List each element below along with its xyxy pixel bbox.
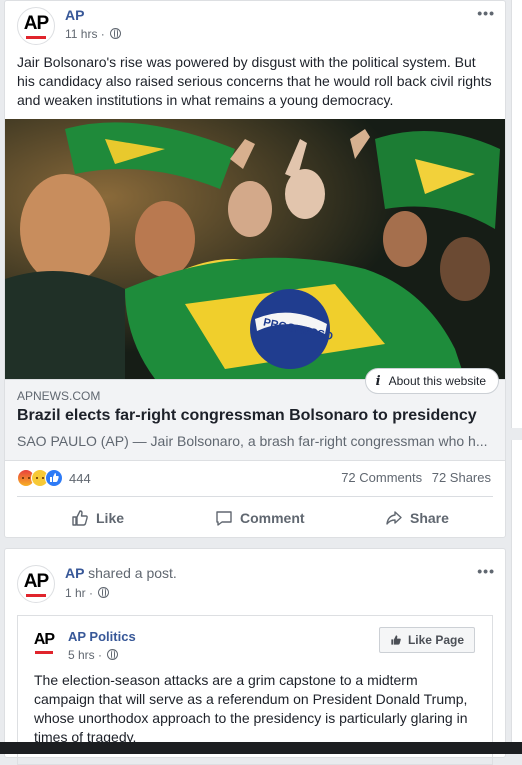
action-divider (17, 496, 493, 497)
bottom-bar (0, 742, 522, 754)
comment-button[interactable]: Comment (215, 503, 305, 533)
post-timestamp[interactable]: 11 hrs · (65, 27, 122, 41)
thumbs-up-icon (391, 635, 401, 645)
link-domain: APNEWS.COM (17, 389, 101, 403)
like-page-label: Like Page (407, 633, 464, 647)
post-timestamp[interactable]: 1 hr · (65, 586, 110, 600)
ap-politics-avatar[interactable]: AP (28, 626, 60, 658)
post-time[interactable]: 1 hr (65, 586, 86, 600)
comment-icon (216, 511, 232, 526)
link-preview[interactable]: i About this website APNEWS.COM Brazil e… (5, 368, 505, 461)
reactions-summary[interactable]: 444 (17, 469, 91, 487)
like-reaction-icon (45, 469, 63, 487)
right-edge-panel (511, 0, 522, 428)
ap-avatar[interactable]: AP (17, 7, 55, 45)
rally-photo-illustration: PROGRESSO (5, 119, 505, 379)
reaction-count: 444 (69, 470, 91, 486)
post-time[interactable]: 11 hrs (65, 27, 97, 41)
ap-avatar[interactable]: AP (17, 565, 55, 603)
about-website-label: About this website (388, 374, 486, 388)
link-description: SAO PAULO (AP) — Jair Bolsonaro, a brash… (17, 433, 488, 449)
post-card: AP AP 11 hrs · ••• Jair Bolsonaro's rise… (4, 0, 506, 538)
post-text: Jair Bolsonaro's rise was powered by dis… (17, 54, 492, 108)
avatar-red-bar (26, 594, 46, 597)
globe-icon (98, 587, 110, 598)
globe-icon (110, 28, 122, 39)
shared-time[interactable]: 5 hrs (68, 648, 95, 662)
share-label: Share (410, 510, 449, 526)
about-website-button[interactable]: i About this website (364, 368, 499, 394)
thumbs-up-icon (72, 510, 88, 526)
avatar-letters: AP (33, 631, 55, 648)
avatar-red-bar (35, 651, 53, 654)
post-photo[interactable]: PROGRESSO (5, 119, 505, 379)
post-header: AP shared a post. (65, 565, 177, 581)
comment-label: Comment (240, 510, 305, 526)
like-page-button[interactable]: Like Page (378, 627, 475, 653)
comments-count[interactable]: 72 Comments (341, 470, 422, 485)
more-options-icon[interactable]: ••• (477, 5, 495, 21)
shared-timestamp[interactable]: 5 hrs · (68, 648, 119, 662)
post-author[interactable]: AP (65, 7, 84, 23)
shared-post-text: shared a post. (88, 565, 177, 581)
shared-post-text: The election-season attacks are a grim c… (34, 672, 468, 745)
shares-count[interactable]: 72 Shares (432, 470, 491, 485)
shared-author[interactable]: AP Politics (68, 629, 136, 644)
avatar-red-bar (26, 36, 46, 39)
avatar-letters: AP (23, 571, 49, 592)
globe-icon (107, 649, 119, 660)
avatar-letters: AP (23, 13, 49, 34)
share-button[interactable]: Share (385, 503, 449, 533)
link-title[interactable]: Brazil elects far-right congressman Bols… (17, 407, 477, 425)
like-label: Like (96, 510, 125, 526)
info-icon: i (375, 373, 381, 389)
share-arrow-icon (386, 511, 402, 525)
like-button[interactable]: Like (71, 503, 124, 533)
more-options-icon[interactable]: ••• (477, 563, 495, 579)
right-edge-panel-lower (511, 440, 522, 742)
engagement-counts: 72 Comments 72 Shares (335, 470, 491, 485)
post-author[interactable]: AP (65, 565, 84, 581)
post-card: AP AP shared a post. 1 hr · ••• AP AP Po… (4, 548, 506, 765)
